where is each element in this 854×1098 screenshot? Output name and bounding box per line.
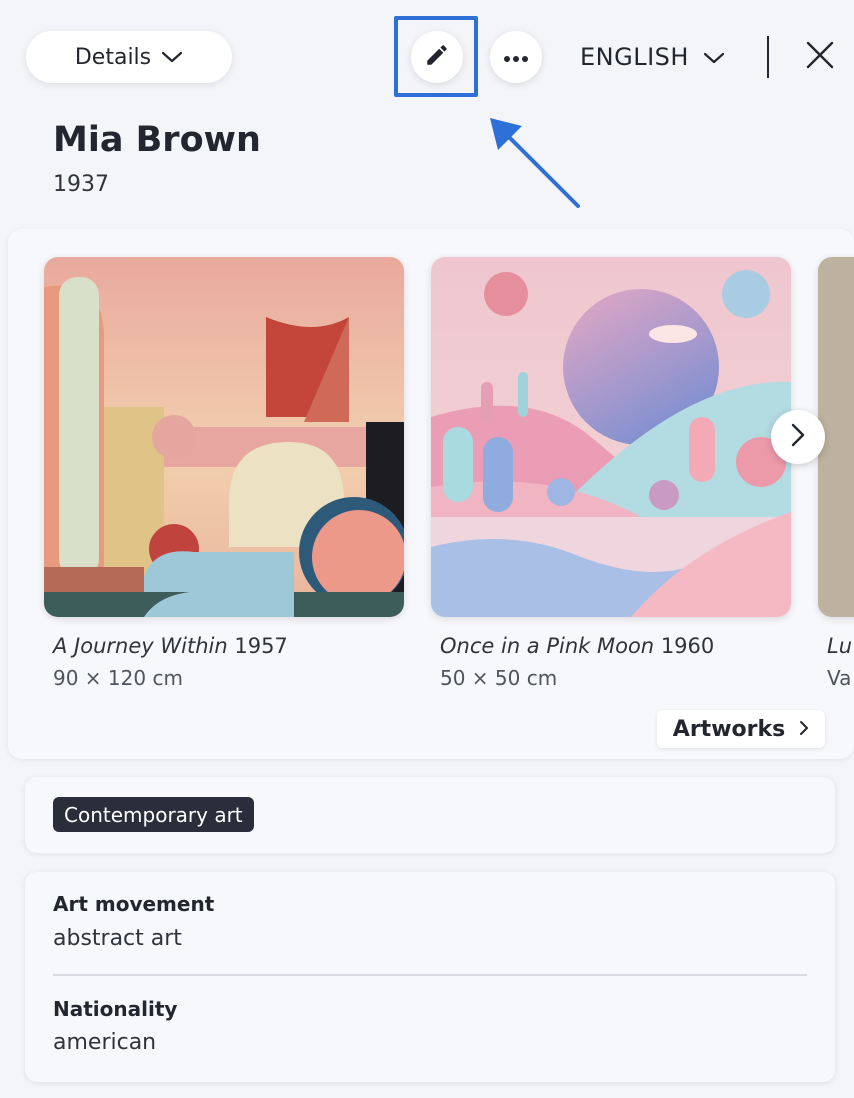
chevron-right-icon — [790, 422, 806, 452]
info-divider — [53, 974, 807, 976]
artwork-year: 1960 — [660, 634, 715, 658]
header-divider — [767, 36, 769, 78]
carousel-next-button[interactable] — [771, 410, 825, 464]
annotation-highlight-box — [394, 16, 478, 97]
tags-section: Contemporary art — [25, 777, 835, 853]
artworks-link-label: Artworks — [672, 716, 786, 742]
more-horizontal-icon — [503, 48, 529, 67]
chevron-down-icon — [703, 43, 725, 71]
language-label: ENGLISH — [580, 43, 689, 71]
top-bar: Details ENGLISH — [0, 0, 854, 112]
artwork-caption: A Journey Within 1957 — [53, 634, 288, 658]
artwork-image[interactable] — [431, 257, 791, 617]
artwork-title: Once in a Pink Moon — [440, 634, 655, 658]
language-selector[interactable]: ENGLISH — [580, 38, 725, 76]
artwork-year: 1957 — [234, 634, 288, 658]
close-icon — [805, 40, 835, 74]
details-label: Details — [74, 44, 152, 70]
artwork-dimensions: 50 × 50 cm — [440, 666, 558, 690]
artist-name: Mia Brown — [53, 120, 261, 160]
chevron-down-icon — [161, 45, 183, 70]
artist-info-section: Art movement abstract art Nationality am… — [25, 872, 835, 1082]
artwork-title: A Journey Within — [53, 634, 228, 658]
artwork-dimensions: Va — [827, 666, 852, 690]
art-movement-value: abstract art — [53, 926, 182, 951]
nationality-label: Nationality — [53, 997, 178, 1021]
close-button[interactable] — [800, 38, 840, 76]
artworks-link[interactable]: Artworks — [657, 710, 825, 748]
artwork-dimensions: 90 × 120 cm — [53, 666, 183, 690]
artwork-title: Lu — [827, 634, 853, 658]
artworks-carousel: A Journey Within 1957 90 × 120 cm Once i… — [8, 229, 854, 759]
artwork-image[interactable] — [44, 257, 404, 617]
chevron-right-icon — [799, 717, 809, 742]
details-dropdown-button[interactable]: Details — [26, 31, 232, 83]
annotation-arrow-icon — [490, 118, 580, 208]
artwork-caption: Lu — [827, 634, 852, 658]
artwork-caption: Once in a Pink Moon 1960 — [440, 634, 714, 658]
category-tag[interactable]: Contemporary art — [53, 797, 254, 832]
artist-year: 1937 — [53, 172, 109, 197]
more-options-button[interactable] — [490, 31, 542, 83]
nationality-value: american — [53, 1030, 157, 1055]
art-movement-label: Art movement — [53, 892, 215, 916]
